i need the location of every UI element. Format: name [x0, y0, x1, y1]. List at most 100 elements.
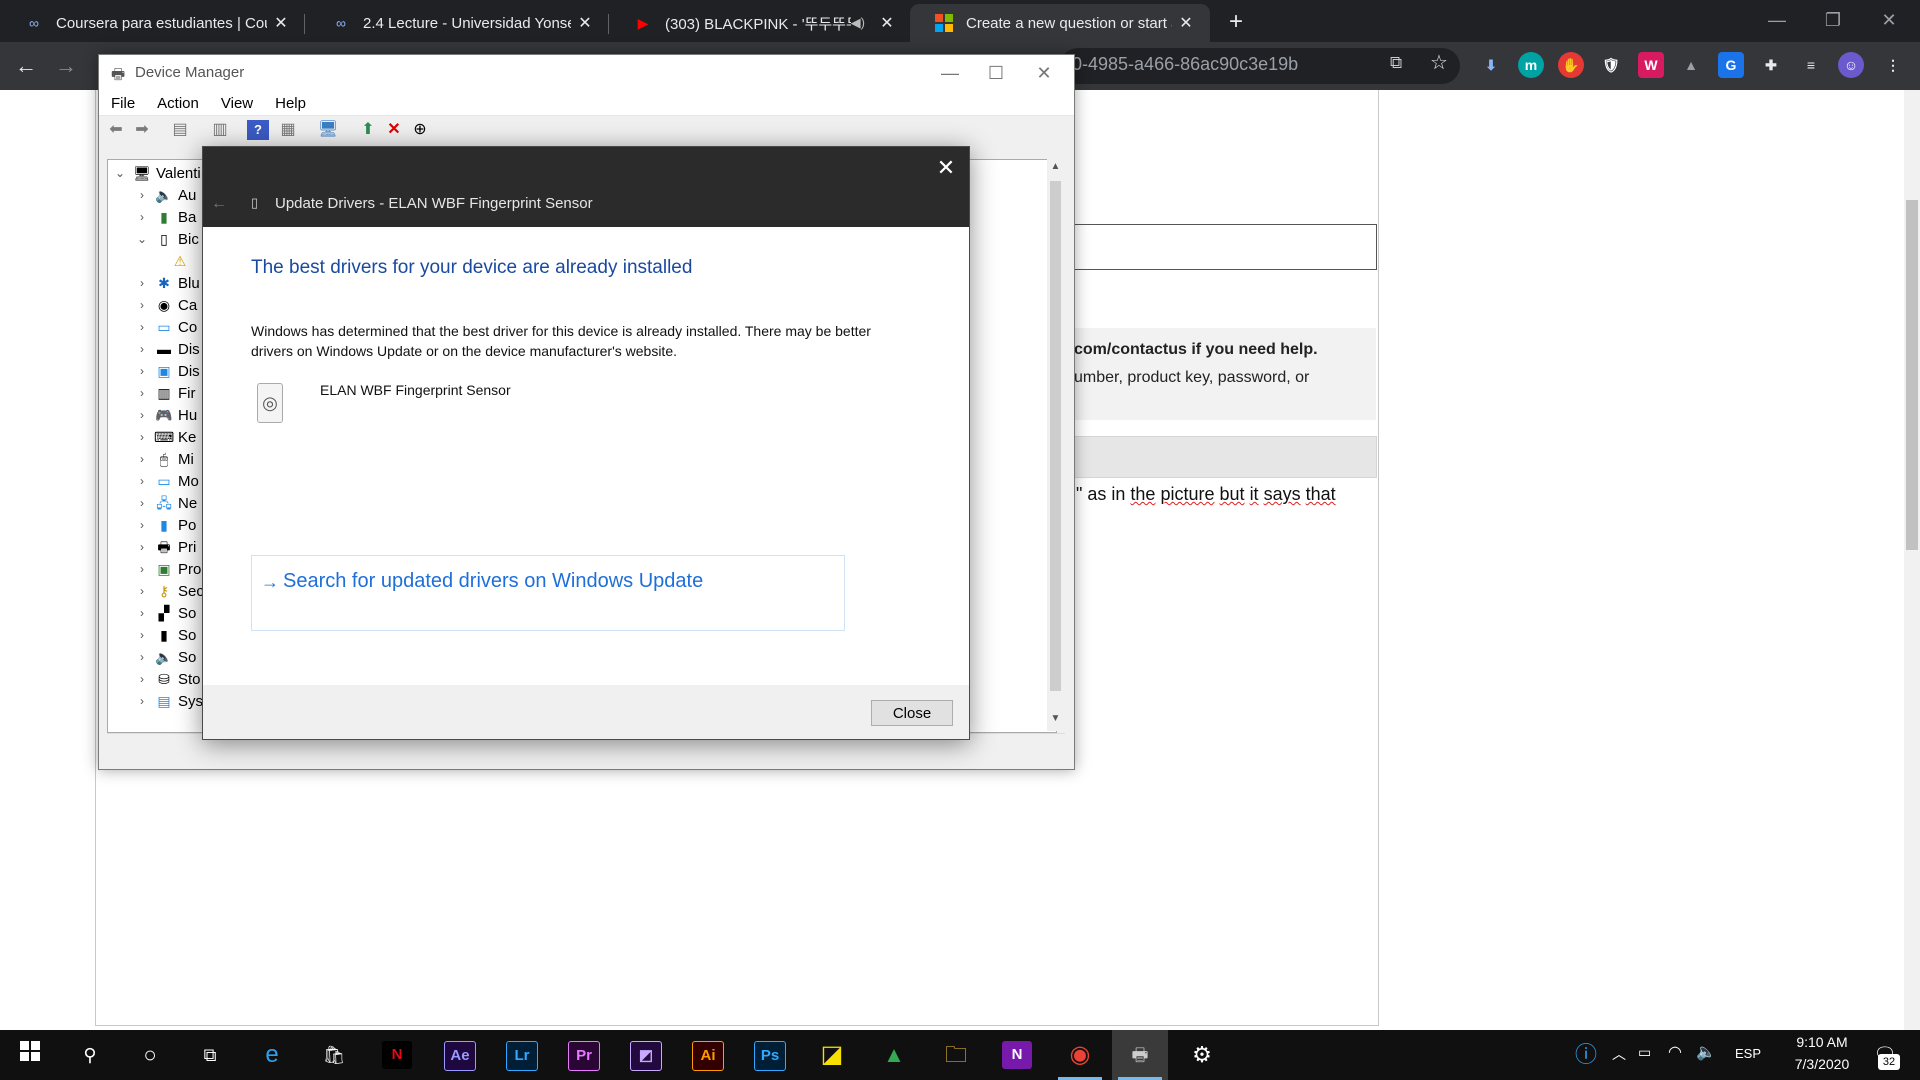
extension-w-icon[interactable]: W	[1638, 52, 1664, 78]
tree-item[interactable]: › ▞ So	[134, 602, 196, 624]
translate-icon[interactable]: ⧉	[1390, 53, 1402, 73]
chevron-right-icon[interactable]: ›	[134, 584, 150, 598]
chevron-right-icon[interactable]: ›	[134, 628, 150, 642]
chevron-right-icon[interactable]: ›	[134, 496, 150, 510]
menu-kebab-icon[interactable]: ⋮	[1880, 52, 1906, 78]
chevron-right-icon[interactable]: ›	[134, 650, 150, 664]
tree-item[interactable]: › ▮ Ba	[134, 206, 196, 228]
tree-item[interactable]: › ▣ Dis	[134, 360, 200, 382]
chevron-right-icon[interactable]: ›	[134, 320, 150, 334]
wifi-icon[interactable]: ◠	[1668, 1042, 1682, 1062]
tree-item[interactable]: › ▥ Fir	[134, 382, 196, 404]
browser-tab[interactable]: ▶ (303) BLACKPINK - '뚜두뚜두 ◀) ✕	[609, 4, 911, 42]
netflix-icon[interactable]: N	[382, 1041, 412, 1069]
uninstall-device-icon[interactable]: ✕	[383, 120, 405, 140]
download-icon[interactable]: ⬇	[1478, 52, 1504, 78]
back-icon[interactable]: ⬅	[105, 120, 127, 140]
close-icon[interactable]: ✕	[929, 151, 963, 185]
tree-item[interactable]: › ◉ Ca	[134, 294, 197, 316]
question-title-input[interactable]	[1074, 224, 1377, 270]
menu-view[interactable]: View	[209, 95, 263, 112]
store-icon[interactable]: 🛍	[316, 1037, 352, 1073]
extension-translate-icon[interactable]: G	[1718, 52, 1744, 78]
tab-close-icon[interactable]: ✕	[267, 13, 295, 33]
minimize-icon[interactable]: —	[927, 55, 973, 91]
chevron-right-icon[interactable]: ›	[134, 364, 150, 378]
scroll-up-icon[interactable]: ▲	[1047, 161, 1064, 172]
extension-triangle-icon[interactable]: ▲	[1678, 52, 1704, 78]
chevron-right-icon[interactable]: ›	[134, 518, 150, 532]
action-pane-icon[interactable]: ▦	[277, 120, 299, 140]
speaker-icon[interactable]: ◀)	[851, 15, 865, 31]
tree-item[interactable]: › 🎮 Hu	[134, 404, 197, 426]
tab-close-icon[interactable]: ✕	[1172, 13, 1200, 33]
chevron-right-icon[interactable]: ›	[134, 474, 150, 488]
premiere-pro-icon[interactable]: Pr	[568, 1041, 600, 1071]
update-driver-icon[interactable]: ⬆	[357, 120, 379, 140]
browser-tab[interactable]: ∞ 2.4 Lecture - Universidad Yonsei | ✕	[307, 4, 609, 42]
scrollbar-thumb[interactable]	[1906, 200, 1918, 550]
tree-item[interactable]: › 🖶 Pri	[134, 536, 196, 558]
extension-shield-icon[interactable]: 🛡	[1598, 52, 1624, 78]
photoshop-icon[interactable]: Ps	[754, 1041, 786, 1071]
battery-icon[interactable]: ▭	[1638, 1044, 1651, 1061]
cortana-icon[interactable]: ○	[132, 1037, 168, 1073]
minimize-icon[interactable]: —	[1754, 0, 1800, 40]
scan-hardware-icon[interactable]: 🖥	[317, 120, 339, 140]
chevron-down-icon[interactable]: ⌄	[112, 166, 128, 180]
show-hide-console-icon[interactable]: ▤	[169, 120, 191, 140]
close-icon[interactable]: ✕	[1021, 55, 1067, 91]
new-tab-button[interactable]: +	[1222, 8, 1250, 36]
chevron-right-icon[interactable]: ›	[134, 342, 150, 356]
edge-icon[interactable]: e	[254, 1037, 290, 1073]
windows-start-icon[interactable]	[12, 1037, 48, 1073]
restore-icon[interactable]: ❐	[1810, 0, 1856, 40]
help-icon[interactable]: ?	[247, 120, 269, 140]
close-icon[interactable]: ✕	[1866, 0, 1912, 40]
tab-close-icon[interactable]: ✕	[571, 13, 599, 33]
tree-scrollbar[interactable]: ▲ ▼	[1047, 159, 1064, 731]
question-body-text[interactable]: " as in the picture but it says that	[1076, 484, 1336, 505]
chevron-right-icon[interactable]: ›	[134, 430, 150, 444]
chevron-right-icon[interactable]: ›	[134, 606, 150, 620]
windows-update-link[interactable]: Search for updated drivers on Windows Up…	[283, 570, 703, 593]
settings-gear-icon[interactable]: ⚙	[1184, 1037, 1220, 1073]
tab-close-icon[interactable]: ✕	[873, 13, 901, 33]
extension-hand-icon[interactable]: ✋	[1558, 52, 1584, 78]
media-queue-icon[interactable]: ≡	[1798, 52, 1824, 78]
chevron-right-icon[interactable]: ›	[134, 408, 150, 422]
tree-item[interactable]: › ✱ Blu	[134, 272, 200, 294]
chevron-right-icon[interactable]: ›	[134, 276, 150, 290]
tree-item[interactable]: › ▭ Mo	[134, 470, 199, 492]
bookmark-star-icon[interactable]: ☆	[1430, 50, 1448, 75]
tree-item[interactable]: › ⌨ Ke	[134, 426, 196, 448]
chevron-right-icon[interactable]: ›	[134, 452, 150, 466]
tree-item[interactable]: › ▬ Dis	[134, 338, 200, 360]
device-manager-taskbar-icon[interactable]: 🖶	[1122, 1037, 1158, 1073]
tree-item[interactable]: › 🖧 Ne	[134, 492, 197, 514]
maximize-icon[interactable]: ☐	[973, 55, 1019, 91]
menu-file[interactable]: File	[99, 95, 145, 112]
sticky-notes-icon[interactable]: ◪	[814, 1037, 850, 1073]
chevron-right-icon[interactable]: ›	[134, 298, 150, 312]
onenote-icon[interactable]: N	[1002, 1041, 1032, 1069]
premiere-rush-icon[interactable]: ◩	[630, 1041, 662, 1071]
close-button[interactable]: Close	[871, 700, 953, 726]
disable-device-icon[interactable]: ⊕	[409, 120, 431, 140]
properties-icon[interactable]: ▥	[209, 120, 231, 140]
back-arrow-icon[interactable]: ←	[12, 52, 40, 80]
chevron-right-icon[interactable]: ›	[134, 694, 150, 708]
tree-item[interactable]: › ▮ So	[134, 624, 196, 646]
chevron-right-icon[interactable]: ›	[134, 386, 150, 400]
chevron-right-icon[interactable]: ›	[134, 562, 150, 576]
forward-arrow-icon[interactable]: →	[52, 52, 80, 80]
menu-action[interactable]: Action	[145, 95, 209, 112]
tree-item[interactable]: › ▤ Sys	[134, 690, 203, 712]
back-arrow-icon[interactable]: ←	[211, 189, 235, 219]
input-language[interactable]: ESP	[1735, 1046, 1761, 1061]
google-drive-icon[interactable]: ▲	[876, 1037, 912, 1073]
forward-icon[interactable]: ➡	[131, 120, 153, 140]
clock-date[interactable]: 7/3/2020	[1780, 1056, 1864, 1072]
menu-help[interactable]: Help	[263, 95, 316, 112]
help-circle-icon[interactable]: ⓘ	[1568, 1037, 1604, 1073]
